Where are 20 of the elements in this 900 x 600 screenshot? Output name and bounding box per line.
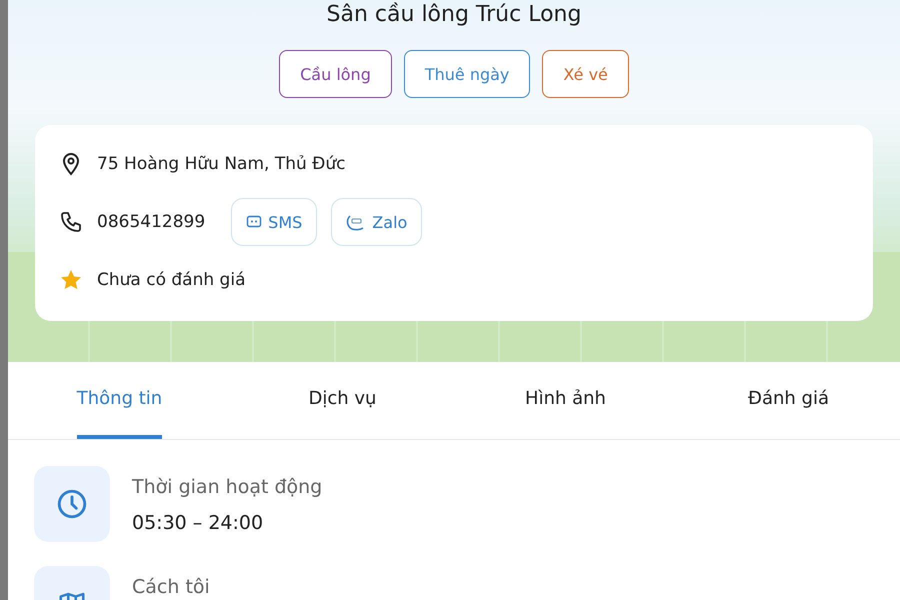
phone-number: 0865412899 bbox=[97, 212, 206, 232]
info-value: 05:30 – 24:00 bbox=[132, 512, 264, 534]
info-label: Cách tôi bbox=[132, 576, 210, 598]
category-tag: Cầu lông bbox=[279, 50, 392, 98]
address-text: 75 Hoàng Hữu Nam, Thủ Đức bbox=[97, 154, 346, 174]
info-label: Thời gian hoạt động bbox=[132, 476, 322, 498]
chat-bubble-icon bbox=[246, 214, 262, 230]
tab[interactable]: Đánh giá bbox=[748, 362, 829, 439]
tab[interactable]: Dịch vụ bbox=[308, 362, 376, 439]
phone-icon bbox=[59, 210, 83, 234]
star-icon bbox=[59, 268, 83, 292]
tab[interactable]: Hình ảnh bbox=[525, 362, 606, 439]
sms-button[interactable]: SMS bbox=[231, 198, 318, 246]
zalo-button[interactable]: Zalo bbox=[331, 198, 422, 246]
category-tag: Xé vé bbox=[542, 50, 629, 98]
rating-text: Chưa có đánh giá bbox=[97, 270, 246, 290]
tab[interactable]: Thông tin bbox=[76, 362, 162, 439]
category-tag: Thuê ngày bbox=[404, 50, 530, 98]
clock-icon bbox=[34, 466, 110, 542]
venue-title: Sân cầu lông Trúc Long bbox=[326, 1, 582, 29]
